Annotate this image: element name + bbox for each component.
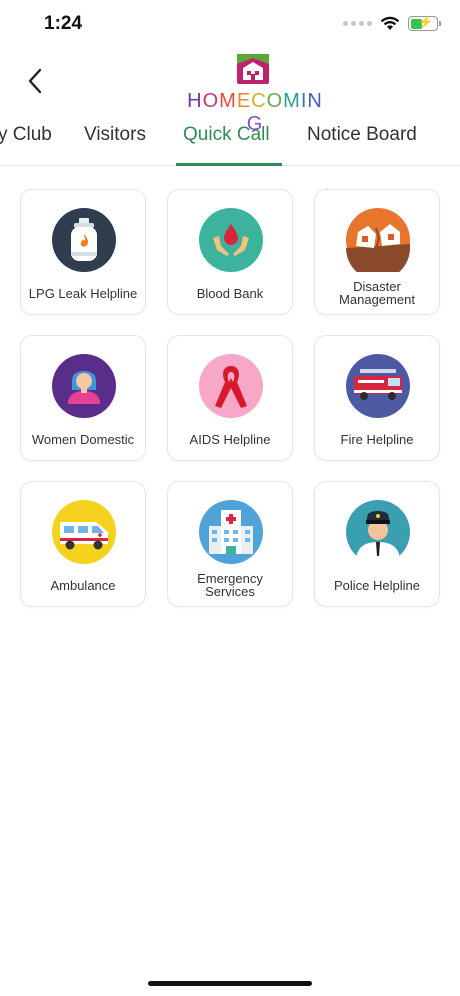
cellular-signal-icon — [343, 21, 372, 26]
service-label: Disaster Management — [339, 279, 415, 307]
app-header: HOMECOMING — [0, 50, 460, 135]
logo-letter: O — [202, 90, 220, 112]
service-card-ambulance[interactable]: Ambulance — [20, 481, 146, 607]
disaster-house-icon — [346, 208, 410, 280]
ambulance-icon — [52, 500, 116, 564]
status-time: 1:24 — [44, 13, 83, 34]
logo-letter: C — [251, 90, 267, 112]
service-label: Fire Helpline — [340, 431, 414, 447]
tab-bar: y Club Visitors Quick Call Notice Board — [0, 116, 460, 166]
service-card-fire-helpline[interactable]: Fire Helpline — [314, 335, 440, 461]
home-indicator — [148, 981, 312, 986]
house-logo-icon — [237, 54, 269, 84]
blood-drop-hands-icon — [199, 208, 263, 272]
service-label: Women Domestic — [31, 431, 135, 447]
tab-notice-board[interactable]: Notice Board — [307, 124, 417, 146]
back-button[interactable] — [20, 64, 50, 98]
chevron-left-icon — [28, 68, 42, 94]
service-label: Blood Bank — [196, 285, 264, 301]
police-officer-icon — [346, 500, 410, 567]
logo-letter: E — [236, 90, 252, 112]
service-label: AIDS Helpline — [189, 431, 271, 447]
hospital-icon — [199, 500, 263, 564]
active-tab-indicator — [176, 163, 282, 166]
tab-quick-call[interactable]: Quick Call — [183, 124, 270, 146]
service-card-women-domestic[interactable]: Women Domestic — [20, 335, 146, 461]
service-label: Emergency Services — [197, 571, 263, 599]
service-label: LPG Leak Helpline — [28, 285, 138, 301]
service-card-police-helpline[interactable]: Police Helpline — [314, 481, 440, 607]
service-card-disaster-management[interactable]: Disaster Management — [314, 189, 440, 315]
red-ribbon-icon — [199, 354, 263, 418]
status-bar: 1:24 ⚡ — [0, 0, 460, 50]
service-label: Police Helpline — [334, 577, 420, 593]
logo-letter: O — [266, 90, 284, 112]
tab-visitors[interactable]: Visitors — [84, 124, 146, 146]
fire-truck-icon — [346, 354, 410, 418]
homecoming-logo: HOMECOMING — [180, 54, 330, 135]
battery-icon: ⚡ — [408, 15, 441, 31]
logo-letter: H — [187, 90, 203, 112]
logo-letter: M — [219, 90, 237, 112]
service-label: Ambulance — [50, 577, 116, 593]
status-icons: ⚡ — [343, 15, 441, 31]
tab-club[interactable]: y Club — [0, 124, 52, 146]
service-card-emergency-services[interactable]: Emergency Services — [167, 481, 293, 607]
service-card-aids-helpline[interactable]: AIDS Helpline — [167, 335, 293, 461]
service-card-lpg-leak[interactable]: LPG Leak Helpline — [20, 189, 146, 315]
woman-icon — [52, 354, 116, 418]
logo-letter: N — [307, 90, 323, 112]
gas-cylinder-icon — [52, 208, 116, 272]
logo-letter: M — [283, 90, 301, 112]
wifi-icon — [380, 16, 400, 30]
service-card-blood-bank[interactable]: Blood Bank — [167, 189, 293, 315]
